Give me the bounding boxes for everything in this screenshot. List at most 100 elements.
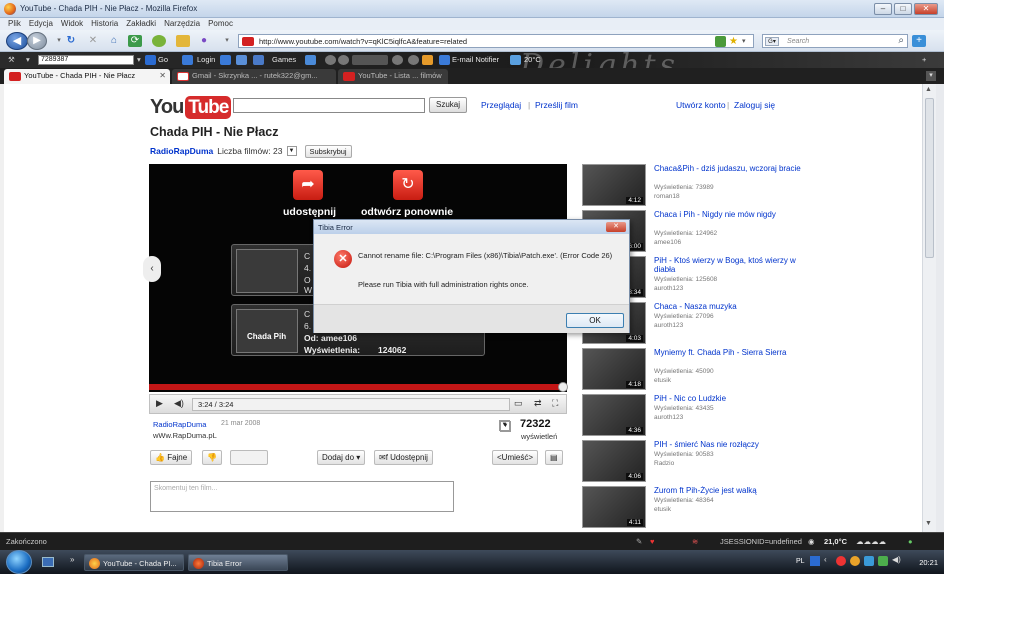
cloud-icon[interactable]: ☁☁☁☁ (856, 537, 886, 546)
login-button[interactable]: Login (197, 55, 215, 65)
minimize-button[interactable]: – (874, 3, 892, 15)
quicklaunch-overflow-icon[interactable]: » (70, 555, 74, 564)
search-engine-icon[interactable]: G▾ (765, 37, 779, 46)
tools-icon[interactable]: ⚒ (8, 55, 15, 65)
video-progress-bar[interactable] (149, 382, 568, 392)
replay-icon[interactable]: ↻ (393, 170, 423, 200)
related-video-item[interactable]: 4:36 PiH - Nic co Ludzkie Wyświetlenia: … (582, 394, 812, 438)
toolbar-app-icon[interactable] (220, 55, 231, 65)
language-indicator[interactable]: PL (796, 558, 805, 565)
maximize-button[interactable]: □ (894, 3, 912, 15)
related-video-title[interactable]: PIH - śmierć Nas nie rozłączy (654, 440, 804, 449)
ok-button[interactable]: OK (566, 313, 624, 328)
addon-yellow-icon[interactable] (176, 35, 190, 47)
expand-icon[interactable]: ⇄ (534, 398, 542, 409)
taskbar-firefox[interactable]: YouTube - Chada PI... (84, 554, 184, 571)
email-notifier-button[interactable]: E-mail Notifier (452, 55, 499, 65)
tray-update-icon[interactable] (878, 556, 888, 566)
weather-status-icon[interactable]: ◉ (808, 537, 815, 546)
upload-link[interactable]: Prześlij film (535, 100, 578, 110)
tray-app-icon[interactable] (850, 556, 860, 566)
share-label[interactable]: udostępnij (283, 206, 336, 218)
seek-bar[interactable] (192, 398, 510, 411)
close-button[interactable]: ✕ (914, 3, 938, 15)
tray-bluetooth-icon[interactable] (864, 556, 874, 566)
media-next-icon[interactable] (392, 55, 403, 65)
stop-icon[interactable]: ✕ (86, 35, 100, 47)
tab-list-icon[interactable]: ▾ (926, 71, 936, 81)
email-notifier-icon[interactable] (439, 55, 450, 65)
youtube-search-button[interactable]: Szukaj (429, 97, 467, 113)
go-icon[interactable] (145, 55, 156, 65)
previous-arrow-icon[interactable]: ‹ (143, 256, 161, 282)
show-desktop-icon[interactable] (42, 557, 54, 567)
related-video-title[interactable]: Chaca&Pih - dziś judaszu, wczoraj bracie (654, 164, 804, 173)
toolbar-app2-icon[interactable] (236, 55, 247, 65)
status-indicator-icon[interactable]: ≋ (692, 537, 698, 546)
volume-slider[interactable] (352, 55, 388, 65)
menu-help[interactable]: Pomoc (208, 18, 233, 30)
subscribe-button[interactable]: Subskrybuj (304, 144, 352, 158)
menu-edit[interactable]: Edycja (29, 18, 53, 30)
media-stop-icon[interactable] (408, 55, 419, 65)
related-video-item[interactable]: 4:18 Myniemy ft. Chada Pih - Sierra Sier… (582, 348, 812, 392)
views-dropdown-icon[interactable]: ▼ (500, 421, 511, 432)
embed-button[interactable]: <Umieść> (492, 450, 539, 465)
toolbar-app3-icon[interactable] (253, 55, 264, 65)
youtube-search-input[interactable] (233, 98, 425, 113)
volume-icon[interactable]: ◀) (892, 555, 901, 564)
tab-gmail[interactable]: Gmail - Skrzynka ... - rutek322@gm... (172, 69, 336, 84)
related-video-title[interactable]: PiH - Nic co Ludzkie (654, 394, 804, 403)
media-play-icon[interactable] (338, 55, 349, 65)
menu-tools[interactable]: Narzędzia (164, 18, 200, 30)
addon-green-icon[interactable] (152, 35, 166, 47)
search-icon[interactable]: ⌕ (898, 35, 904, 46)
play-icon[interactable]: ▶ (156, 398, 163, 409)
tray-antivirus-icon[interactable] (836, 556, 846, 566)
heart-icon[interactable]: ♥ (650, 537, 654, 546)
go-button[interactable]: Go (158, 55, 168, 65)
url-dropdown-icon[interactable]: ▾ (742, 36, 753, 47)
taskbar-tibia-error[interactable]: Tibia Error (188, 554, 288, 571)
youtube-logo[interactable]: You Tube (150, 95, 232, 119)
status-green-icon[interactable]: ● (908, 537, 913, 546)
url-bar[interactable]: http://www.youtube.com/watch?v=qKlC5iqlf… (238, 34, 754, 48)
addon-purple-icon[interactable]: ● (197, 35, 211, 47)
related-video-title[interactable]: Myniemy ft. Chada Pih - Sierra Sierra (654, 348, 804, 357)
facebook-icon[interactable] (182, 55, 193, 65)
chevron-down-icon[interactable]: ▼ (286, 146, 297, 156)
tab-youtube-active[interactable]: YouTube - Chada PIH - Nie Płacz ✕ (4, 69, 170, 84)
comment-input[interactable]: Skomentuj ten film... (150, 481, 454, 512)
related-video-title[interactable]: PiH - Ktoś wierzy w Boga, ktoś wierzy w … (654, 256, 804, 274)
progress-knob[interactable] (558, 382, 568, 392)
popout-icon[interactable]: ▭ (514, 398, 523, 409)
back-icon[interactable]: ◀ (6, 32, 28, 50)
dislike-button[interactable]: 👎 (202, 450, 222, 465)
dialog-close-icon[interactable]: ✕ (606, 222, 626, 232)
rss-icon[interactable] (715, 36, 726, 47)
scroll-up-icon[interactable]: ▲ (925, 86, 932, 93)
menu-history[interactable]: Historia (91, 18, 118, 30)
create-account-link[interactable]: Utwórz konto (676, 100, 726, 110)
related-video-item[interactable]: 4:12 Chaca&Pih - dziś judaszu, wczoraj b… (582, 164, 812, 208)
forward-icon[interactable]: ▶ (27, 32, 47, 50)
menu-file[interactable]: Plik (8, 18, 21, 30)
replay-label[interactable]: odtwórz ponownie (361, 206, 453, 218)
start-button[interactable] (6, 550, 32, 574)
home-icon[interactable]: ⌂ (107, 35, 121, 47)
status-addon-icon[interactable]: ✎ (636, 537, 642, 546)
star-icon[interactable]: ★ (729, 36, 740, 47)
scroll-down-icon[interactable]: ▼ (925, 520, 932, 527)
weather-icon[interactable] (510, 55, 521, 65)
addon-blue-icon[interactable]: + (912, 35, 926, 47)
share-icon[interactable]: ➦ (293, 170, 323, 200)
flag-button[interactable] (230, 450, 268, 465)
related-video-title[interactable]: Zurom ft Pih-Życie jest walką (654, 486, 804, 495)
reload-icon[interactable]: ↻ (64, 35, 78, 47)
search-bar[interactable]: G▾ Search ⌕ (762, 34, 908, 48)
comment-icon[interactable]: ▤ (545, 450, 563, 465)
tray-expand-icon[interactable]: ‹ (824, 555, 827, 564)
tab-youtube-list[interactable]: YouTube - Lista ... filmów (338, 69, 448, 84)
addon-orange-icon[interactable] (422, 55, 433, 65)
page-scrollbar[interactable]: ▲ ▼ (922, 84, 936, 532)
